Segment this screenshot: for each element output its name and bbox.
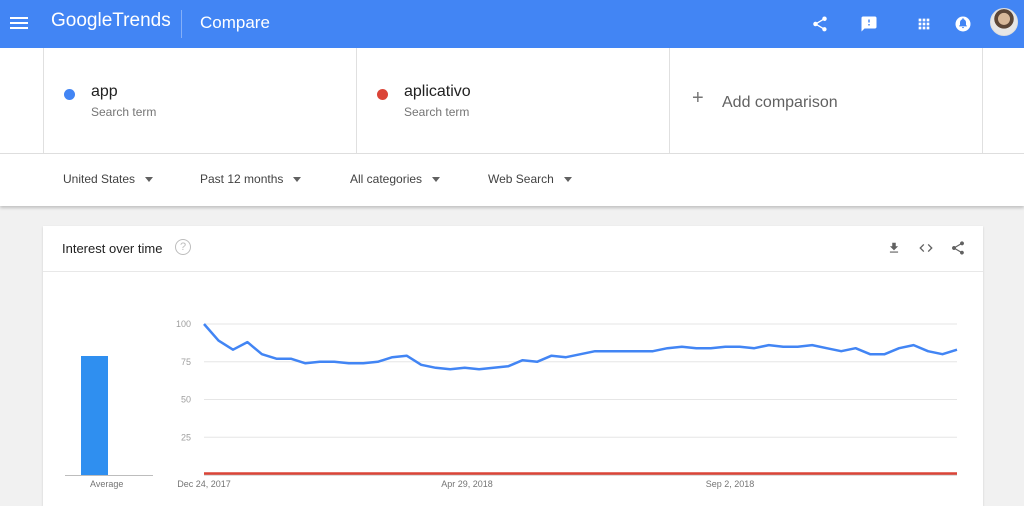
comparison-terms-panel: app Search term aplicativo Search term +… [0,48,1024,154]
term-color-dot [64,89,75,100]
interest-over-time-card: Interest over time ? Average 100 75 50 25 De… [43,226,983,506]
apps-icon[interactable] [912,12,936,36]
time-range-value: Past 12 months [200,172,284,186]
notifications-icon[interactable] [951,12,975,36]
dropdown-arrow-icon [563,177,572,183]
term-card-app[interactable]: app Search term [43,48,356,154]
term-type: Search term [404,105,470,119]
term-color-dot [377,89,388,100]
dropdown-arrow-icon [432,177,441,183]
plus-icon: + [692,87,704,109]
term-name: app [91,83,118,100]
x-tick-label: Apr 29, 2018 [441,479,493,489]
region-value: United States [63,172,136,186]
google-trends-logo[interactable]: GoogleTrends [51,10,171,32]
filter-bar: United States Past 12 months All categor… [0,154,1024,206]
x-tick-label: Dec 24, 2017 [177,479,231,489]
add-comparison-label: Add comparison [722,94,838,111]
x-tick-label: Sep 2, 2018 [706,479,755,489]
term-card-aplicativo[interactable]: aplicativo Search term [356,48,669,154]
header-divider [181,10,182,38]
menu-icon[interactable] [10,14,30,32]
feedback-icon[interactable] [857,12,881,36]
dropdown-arrow-icon [293,177,302,183]
page-title: Compare [200,13,270,32]
add-comparison-button[interactable]: + Add comparison [669,48,983,154]
interest-line-chart: 100 75 50 25 Dec 24, 2017 Apr 29, 2018 Sep 2, … [176,319,958,489]
avatar[interactable] [990,8,1018,36]
y-tick-label: 50 [181,395,191,405]
series-line-app[interactable] [203,323,958,371]
top-app-bar: GoogleTrends Compare [0,0,1024,48]
search-type-value: Web Search [488,172,554,186]
term-type: Search term [91,105,157,119]
search-type-dropdown[interactable]: Web Search [488,172,572,186]
y-tick-label: 100 [176,319,191,329]
dropdown-arrow-icon [145,177,154,183]
y-tick-label: 75 [181,357,191,367]
y-tick-label: 25 [181,432,191,442]
time-range-dropdown[interactable]: Past 12 months [200,172,302,186]
region-dropdown[interactable]: United States [63,172,154,186]
share-icon[interactable] [808,12,832,36]
category-dropdown[interactable]: All categories [350,172,441,186]
term-name: aplicativo [404,83,471,100]
category-value: All categories [350,172,423,186]
